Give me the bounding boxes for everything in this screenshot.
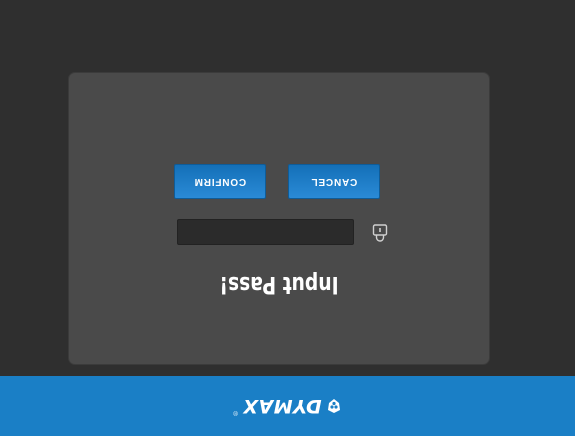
password-row (69, 219, 489, 245)
brand-name: DYMAX (242, 395, 322, 417)
brand-registered-mark: ® (233, 409, 238, 415)
cancel-button[interactable]: CANCEL (288, 164, 380, 199)
password-dialog: Input Pass! CANCEL CONFIRM (69, 73, 489, 364)
dialog-title: Input Pass! (219, 271, 339, 299)
password-input[interactable] (177, 219, 354, 245)
lock-icon (372, 224, 388, 242)
brand-bar: DYMAX ® (0, 376, 575, 436)
screen-root: DYMAX ® Input Pass! CANCEL CONFIRM (0, 0, 575, 436)
confirm-button[interactable]: CONFIRM (174, 164, 266, 199)
brand-logo: DYMAX ® (233, 395, 341, 417)
dymax-shield-icon (327, 399, 340, 413)
